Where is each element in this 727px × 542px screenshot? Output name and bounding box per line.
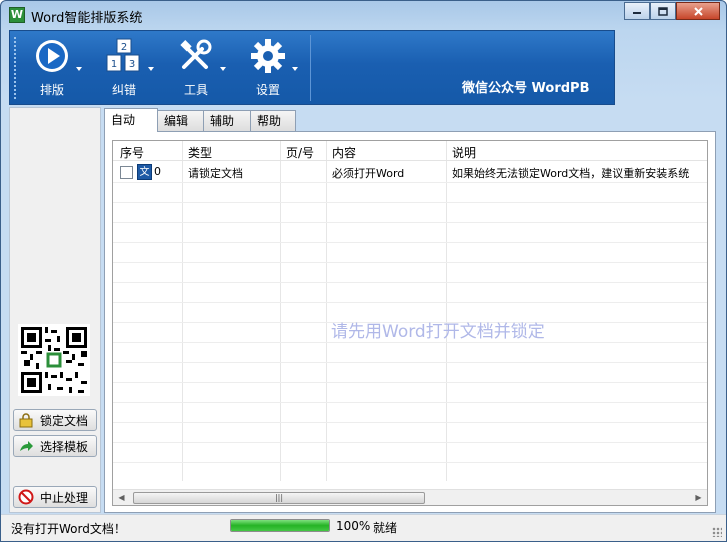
status-message: 没有打开Word文档！: [11, 522, 126, 536]
header-index[interactable]: 序号: [120, 144, 144, 161]
ribbon-separator: [310, 35, 311, 101]
row-divider: [113, 342, 707, 343]
tools-label: 工具: [183, 83, 208, 97]
minimize-icon: [633, 12, 641, 14]
play-icon: [36, 40, 68, 72]
window-title: Word智能排版系统: [31, 11, 143, 26]
window-controls: [624, 2, 720, 20]
row-divider: [113, 182, 707, 183]
scroll-left-arrow-icon[interactable]: ◀: [113, 490, 130, 505]
table-header: 序号 类型 页/号 内容 说明: [113, 141, 707, 161]
document-icon: 文: [137, 164, 152, 180]
progress-fill: [231, 520, 329, 531]
tab-auto[interactable]: 自动: [104, 108, 158, 132]
column-type: [183, 141, 281, 481]
lock-document-button[interactable]: 锁定文档: [13, 409, 97, 431]
app-icon: W: [9, 7, 25, 23]
title-bar[interactable]: W Word智能排版系统: [1, 1, 726, 29]
arrow-right-icon: [18, 438, 34, 454]
column-content: [327, 141, 447, 481]
settings-button[interactable]: 设置: [238, 37, 298, 101]
stop-icon: [18, 489, 34, 505]
row-divider: [113, 242, 707, 243]
progress-percent: 100%: [336, 519, 371, 533]
proofread-label: 纠错: [111, 83, 136, 97]
lock-document-label: 锁定文档: [40, 413, 89, 428]
row-divider: [113, 462, 707, 463]
column-index: [113, 141, 183, 481]
svg-text:3: 3: [129, 59, 135, 70]
horizontal-scrollbar[interactable]: ◀ ||| ▶: [113, 489, 707, 505]
status-state: 就绪: [373, 521, 398, 535]
row-divider: [113, 262, 707, 263]
header-content[interactable]: 内容: [332, 144, 356, 161]
gear-icon: [251, 39, 285, 73]
settings-label: 设置: [255, 83, 280, 97]
row-divider: [113, 422, 707, 423]
select-template-button[interactable]: 选择模板: [13, 435, 97, 457]
column-page: [281, 141, 327, 481]
close-button[interactable]: [676, 2, 720, 20]
row-divider: [113, 282, 707, 283]
header-page[interactable]: 页/号: [286, 144, 314, 161]
proofread-button[interactable]: 2 1 3 纠错: [94, 37, 154, 101]
brand-label: 微信公众号 WordPB: [462, 81, 590, 96]
chevron-down-icon[interactable]: [220, 67, 226, 71]
scrollbar-thumb[interactable]: |||: [133, 492, 425, 504]
tab-assist[interactable]: 辅助: [203, 110, 251, 132]
row-divider: [113, 302, 707, 303]
row-index: 0: [154, 165, 161, 178]
close-icon: [693, 6, 703, 16]
app-window: W Word智能排版系统 排版 2 1 3 纠错 工具 设置 微信公众号 Wor…: [0, 0, 727, 542]
ribbon-toolbar: 排版 2 1 3 纠错 工具 设置 微信公众号 WordPB: [9, 30, 615, 105]
chevron-down-icon[interactable]: [148, 67, 154, 71]
status-bar: 没有打开Word文档！ 100% 就绪: [1, 514, 726, 541]
resize-grip[interactable]: [712, 527, 722, 537]
stop-processing-label: 中止处理: [40, 490, 89, 505]
row-content: 必须打开Word: [332, 167, 405, 180]
stop-processing-button[interactable]: 中止处理: [13, 486, 97, 508]
header-type[interactable]: 类型: [188, 144, 212, 161]
empty-hint-watermark: 请先用Word打开文档并锁定: [331, 322, 545, 342]
row-divider: [113, 202, 707, 203]
tab-panel-auto: 序号 类型 页/号 内容 说明 文 0 请锁定文档 必须打开Word 如果始终无…: [104, 131, 716, 513]
results-table: 序号 类型 页/号 内容 说明 文 0 请锁定文档 必须打开Word 如果始终无…: [112, 140, 708, 506]
row-type: 请锁定文档: [188, 167, 243, 180]
lock-icon: [18, 412, 34, 428]
chevron-down-icon[interactable]: [76, 67, 82, 71]
row-divider: [113, 402, 707, 403]
scroll-right-arrow-icon[interactable]: ▶: [690, 490, 707, 505]
row-divider: [113, 382, 707, 383]
maximize-button[interactable]: [650, 2, 676, 20]
row-checkbox[interactable]: [120, 166, 133, 179]
typeset-label: 排版: [39, 83, 64, 97]
tools-icon: [180, 39, 212, 69]
row-divider: [113, 442, 707, 443]
row-divider: [113, 362, 707, 363]
tab-edit[interactable]: 编辑: [157, 110, 204, 132]
left-panel: 锁定文档 选择模板 中止处理: [9, 107, 101, 513]
row-note: 如果始终无法锁定Word文档，建议重新安装系统: [452, 167, 690, 180]
svg-text:2: 2: [121, 42, 127, 53]
tools-button[interactable]: 工具: [166, 37, 226, 101]
tab-help[interactable]: 帮助: [250, 110, 296, 132]
select-template-label: 选择模板: [40, 439, 89, 454]
maximize-icon: [658, 6, 668, 16]
svg-text:1: 1: [111, 59, 117, 70]
tab-strip: 自动 编辑 辅助 帮助: [104, 108, 296, 132]
qr-code: [18, 324, 90, 396]
toolbar-grip[interactable]: [14, 37, 16, 99]
row-divider: [113, 222, 707, 223]
number-blocks-icon: 2 1 3: [106, 38, 140, 72]
header-note[interactable]: 说明: [452, 144, 476, 161]
minimize-button[interactable]: [624, 2, 650, 20]
typeset-button[interactable]: 排版: [22, 37, 82, 101]
chevron-down-icon[interactable]: [292, 67, 298, 71]
progress-bar: [230, 519, 330, 532]
